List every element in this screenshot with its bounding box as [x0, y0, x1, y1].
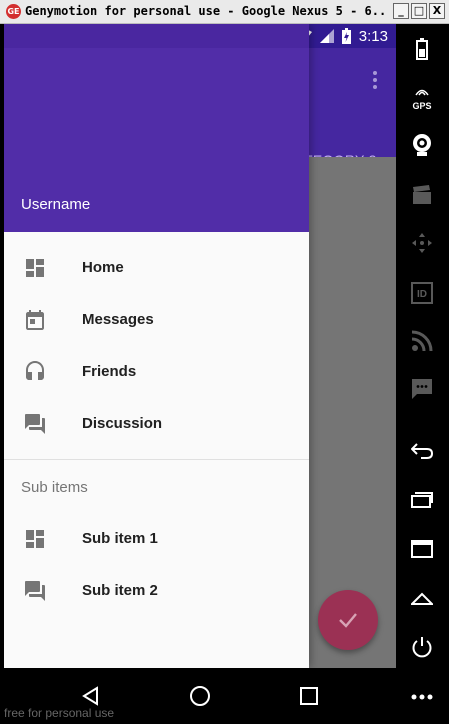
device-id-tool-button[interactable]: ID [409, 280, 435, 306]
signal-icon [319, 29, 334, 43]
drawer-item-discussion[interactable]: Discussion [4, 398, 309, 450]
battery-charging-icon [341, 28, 351, 44]
id-label: ID [417, 289, 427, 300]
menu-tool-button[interactable] [409, 536, 435, 562]
message-icon [412, 379, 432, 399]
home-tool-button[interactable] [409, 586, 435, 612]
drawer-item-messages[interactable]: Messages [4, 294, 309, 346]
battery-tool-button[interactable] [409, 36, 435, 62]
battery-icon [416, 38, 428, 60]
watermark-text: free for personal use [4, 706, 115, 720]
nav-recents-button[interactable] [295, 682, 323, 710]
remote-control-tool-button[interactable] [409, 230, 435, 256]
more-dots-icon [411, 694, 433, 700]
back-tool-button[interactable] [409, 438, 435, 464]
drawer-sub-item-1[interactable]: Sub item 1 [4, 513, 309, 565]
power-tool-button[interactable] [409, 634, 435, 660]
screencast-tool-button[interactable] [409, 182, 435, 208]
recent-apps-tool-button[interactable] [409, 486, 435, 512]
minimize-button[interactable]: _ [393, 3, 409, 19]
window-title: Genymotion for personal use - Google Nex… [25, 4, 387, 18]
camera-tool-button[interactable] [409, 132, 435, 158]
network-tool-button[interactable] [409, 328, 435, 354]
status-time: 3:13 [358, 27, 388, 45]
nav-home-button[interactable] [186, 682, 214, 710]
drawer-item-label: Friends [82, 363, 137, 380]
genymotion-app-icon: GE [6, 4, 21, 19]
overflow-menu-icon[interactable] [372, 70, 378, 90]
sms-tool-button[interactable] [409, 376, 435, 402]
drawer-item-label: Sub item 1 [82, 530, 158, 547]
drawer-item-label: Messages [82, 311, 154, 328]
drawer-item-label: Sub item 2 [82, 582, 158, 599]
drawer-header: Username [4, 24, 309, 232]
forum-icon [25, 414, 45, 434]
headphones-icon [26, 361, 44, 380]
more-tool-button[interactable] [409, 684, 435, 710]
drawer-item-home[interactable]: Home [4, 242, 309, 294]
close-button[interactable]: X [429, 3, 445, 19]
drawer-divider [4, 459, 309, 460]
recent-windows-icon [411, 492, 433, 508]
check-icon [339, 613, 357, 628]
id-card-icon: ID [411, 282, 433, 304]
username-label: Username [21, 196, 91, 213]
dashboard-icon [26, 530, 44, 548]
navigation-drawer: Username Home Messages Friends Discussio… [4, 24, 309, 668]
gps-tool-button[interactable]: GPS [409, 83, 435, 111]
home-circle-icon [190, 686, 210, 706]
back-triangle-icon [82, 686, 98, 706]
rss-icon [411, 330, 433, 352]
undo-arrow-icon [411, 443, 433, 459]
drawer-sub-item-2[interactable]: Sub item 2 [4, 565, 309, 617]
gps-icon: GPS [412, 83, 432, 111]
recents-square-icon [300, 687, 318, 705]
calendar-icon [26, 310, 44, 330]
home-roof-icon [411, 592, 433, 605]
power-icon [412, 637, 432, 658]
drawer-item-label: Home [82, 259, 124, 276]
dashboard-icon [26, 259, 44, 277]
dpad-icon [412, 233, 432, 253]
drawer-item-label: Discussion [82, 415, 163, 432]
genymotion-side-panel: GPS ID [396, 24, 449, 724]
webcam-icon [413, 134, 431, 156]
gps-label: GPS [412, 101, 432, 111]
device-screen: 3:13 TEGORY 3 Username Home Messages Fri… [4, 24, 396, 668]
maximize-button[interactable]: □ [411, 3, 427, 19]
fab-button[interactable] [318, 590, 378, 650]
drawer-item-friends[interactable]: Friends [4, 346, 309, 398]
menu-window-icon [411, 540, 433, 558]
window-title-bar: GE Genymotion for personal use - Google … [0, 0, 449, 24]
clapperboard-icon [413, 185, 431, 204]
forum-icon [25, 581, 45, 601]
drawer-subheader: Sub items [21, 479, 88, 496]
